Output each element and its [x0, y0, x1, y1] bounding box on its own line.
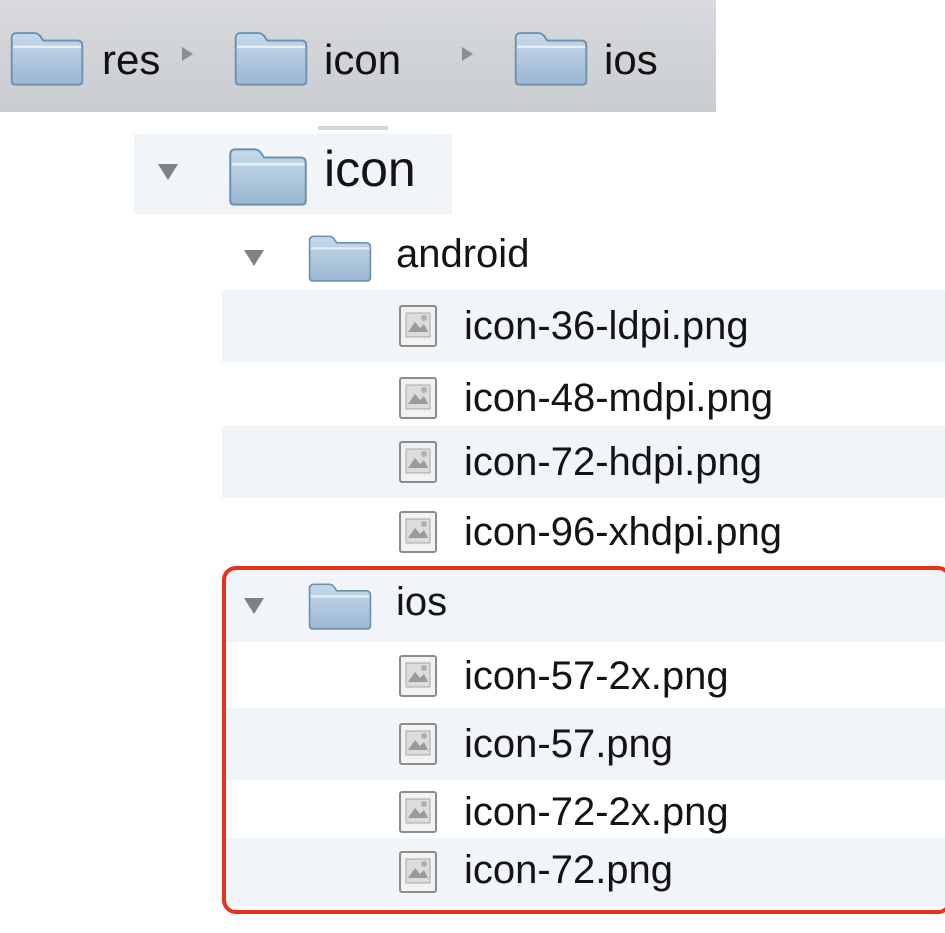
file-name: icon-48-mdpi.png	[464, 376, 774, 420]
tab-sliver	[318, 126, 388, 130]
tree-row-icon[interactable]: icon	[134, 134, 452, 214]
file-row[interactable]: icon-36-ldpi.png	[222, 290, 945, 362]
image-file-icon	[398, 850, 438, 894]
file-name: icon-57-2x.png	[464, 654, 729, 698]
folder-icon	[306, 232, 374, 282]
tree-label: android	[396, 232, 530, 276]
file-row[interactable]: icon-96-xhdpi.png	[222, 496, 945, 568]
breadcrumb-label: ios	[604, 36, 658, 83]
disclosure-triangle-icon[interactable]	[244, 598, 264, 614]
disclosure-triangle-icon[interactable]	[158, 164, 178, 180]
breadcrumb: res icon ios	[0, 0, 716, 112]
image-file-icon	[398, 440, 438, 484]
file-row[interactable]: icon-72-hdpi.png	[222, 426, 945, 498]
file-name: icon-96-xhdpi.png	[464, 510, 782, 554]
image-file-icon	[398, 654, 438, 698]
folder-icon	[226, 144, 310, 206]
folder-icon	[8, 28, 86, 86]
image-file-icon	[398, 510, 438, 554]
breadcrumb-label: icon	[324, 36, 402, 83]
tree-row-ios[interactable]: ios	[222, 570, 945, 642]
file-name: icon-72-2x.png	[464, 790, 729, 834]
breadcrumb-label: res	[102, 36, 161, 83]
image-file-icon	[398, 722, 438, 766]
image-file-icon	[398, 304, 438, 348]
file-name: icon-72-hdpi.png	[464, 440, 762, 484]
file-row[interactable]: icon-72.png	[222, 838, 945, 906]
image-file-icon	[398, 376, 438, 420]
right-triangle-icon	[462, 47, 473, 61]
tree-label: icon	[324, 141, 416, 197]
folder-icon	[232, 28, 310, 86]
file-row[interactable]: icon-57.png	[222, 708, 945, 780]
file-row[interactable]: icon-57-2x.png	[222, 640, 945, 712]
right-triangle-icon	[182, 47, 193, 61]
file-row[interactable]: icon-48-mdpi.png	[222, 362, 945, 434]
folder-icon	[306, 580, 374, 630]
file-name: icon-36-ldpi.png	[464, 304, 749, 348]
disclosure-triangle-icon[interactable]	[244, 250, 264, 266]
tree-label: ios	[396, 580, 448, 624]
image-file-icon	[398, 790, 438, 834]
folder-icon	[512, 28, 590, 86]
file-name: icon-72.png	[464, 848, 674, 892]
tree-row-android[interactable]: android	[222, 218, 945, 290]
file-name: icon-57.png	[464, 722, 674, 766]
